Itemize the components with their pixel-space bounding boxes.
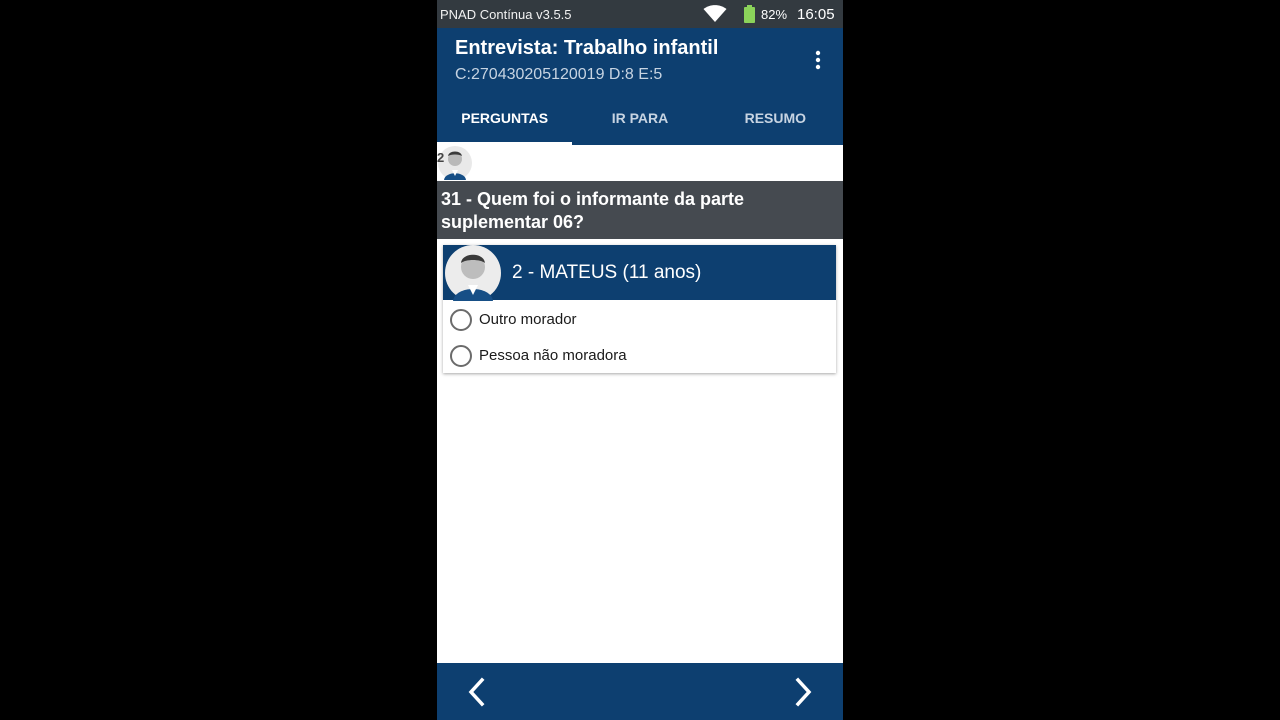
battery-icon: [744, 5, 755, 23]
bottom-nav-bar: [437, 663, 843, 720]
wifi-icon: [703, 5, 727, 28]
option-outro-morador[interactable]: Outro morador: [443, 303, 836, 339]
answer-card: 2 - MATEUS (11 anos) Outro morador Pesso…: [443, 245, 836, 373]
status-app-label: PNAD Contínua v3.5.5: [440, 7, 572, 22]
tab-perguntas[interactable]: PERGUNTAS: [437, 90, 573, 145]
status-bar: PNAD Contínua v3.5.5 82% 16:05: [437, 0, 843, 28]
avatar: [445, 245, 501, 301]
strip-person-number: 2: [437, 150, 445, 165]
person-label: 2 - MATEUS (11 anos): [512, 262, 702, 283]
page-title: Entrevista: Trabalho infantil: [455, 37, 719, 59]
status-clock: 16:05: [797, 6, 835, 23]
tab-ir-para[interactable]: IR PARA: [572, 90, 707, 145]
option-label: Outro morador: [479, 311, 577, 328]
chevron-right-icon[interactable]: [791, 677, 815, 707]
option-pessoa-nao-moradora[interactable]: Pessoa não moradora: [443, 339, 836, 375]
option-label: Pessoa não moradora: [479, 347, 627, 364]
battery-percent: 82%: [761, 7, 788, 22]
radio-button[interactable]: [450, 345, 472, 367]
question-header: 31 - Quem foi o informante da parte supl…: [437, 181, 843, 239]
tab-resumo[interactable]: RESUMO: [708, 90, 843, 145]
phone-screen: PNAD Contínua v3.5.5 82% 16:05 Entrevist…: [437, 0, 843, 720]
person-option-selected[interactable]: 2 - MATEUS (11 anos): [443, 245, 836, 301]
radio-button[interactable]: [450, 309, 472, 331]
chevron-left-icon[interactable]: [465, 677, 489, 707]
page-subtitle: C:270430205120019 D:8 E:5: [455, 66, 663, 83]
person-strip: 2: [437, 145, 843, 181]
more-vert-icon[interactable]: [809, 50, 827, 72]
tab-bar: PERGUNTAS IR PARA RESUMO: [437, 90, 843, 145]
app-bar: Entrevista: Trabalho infantil C:27043020…: [437, 28, 843, 90]
